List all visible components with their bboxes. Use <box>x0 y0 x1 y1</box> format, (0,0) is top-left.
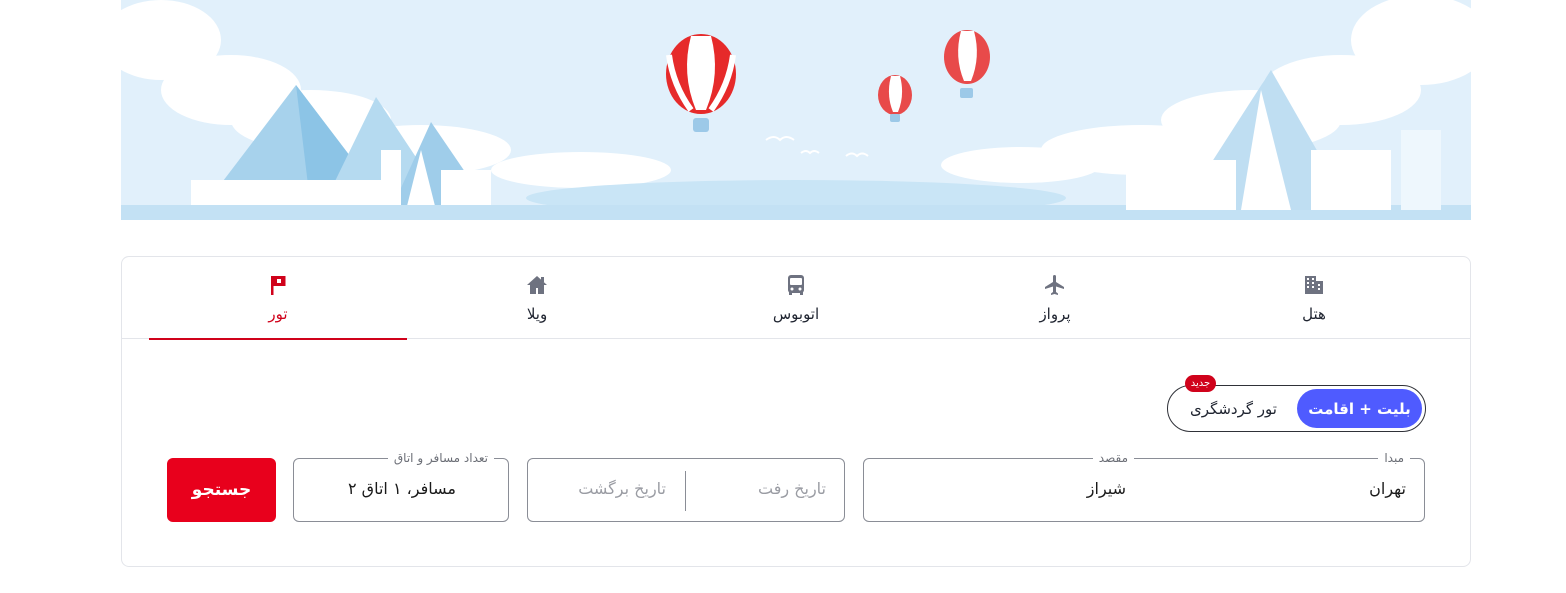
tab-tour-label: تور <box>268 305 288 323</box>
ticket-stay-option[interactable]: بلیت + اقامت <box>1297 389 1422 428</box>
origin-label: مبدا <box>1378 450 1410 466</box>
passengers-field[interactable]: تعداد مسافر و اتاق ۲ مسافر، ۱ اتاق <box>293 450 509 522</box>
search-card: هتل پرواز اتوبوس ویلا تور بلیت + اقامت ت… <box>121 256 1471 567</box>
building-icon <box>1305 276 1323 294</box>
depart-date-input[interactable]: تاریخ رفت <box>758 479 826 498</box>
date-field[interactable]: تاریخ رفت تاریخ برگشت <box>527 458 845 522</box>
flag-icon <box>271 276 286 295</box>
route-field[interactable]: مبدا تهران مقصد شیراز <box>863 450 1425 522</box>
destination-value[interactable]: شیراز <box>1087 479 1126 498</box>
passengers-value[interactable]: ۲ مسافر، ۱ اتاق <box>348 479 456 498</box>
passengers-label: تعداد مسافر و اتاق <box>387 450 494 466</box>
tab-flight-label: پرواز <box>1039 305 1071 323</box>
return-date-input[interactable]: تاریخ برگشت <box>578 479 666 498</box>
search-button[interactable]: جستجو <box>167 458 276 522</box>
tab-hotel-label: هتل <box>1302 305 1326 323</box>
destination-label: مقصد <box>1092 450 1134 466</box>
service-tabs: هتل پرواز اتوبوس ویلا تور <box>122 257 1470 340</box>
airplane-icon <box>1045 275 1064 295</box>
house-icon <box>527 276 547 294</box>
sightseeing-tour-option[interactable]: تور گردشگری <box>1171 389 1296 428</box>
bus-icon <box>788 275 804 295</box>
tab-villa-label: ویلا <box>526 305 548 323</box>
hero-illustration <box>121 0 1471 220</box>
tab-bus[interactable]: اتوبوس <box>667 257 925 339</box>
date-divider <box>685 471 686 511</box>
tab-villa[interactable]: ویلا <box>408 257 666 339</box>
tab-flight[interactable]: پرواز <box>926 257 1184 339</box>
tab-hotel[interactable]: هتل <box>1185 257 1443 339</box>
tab-tour[interactable]: تور <box>149 257 407 340</box>
origin-value[interactable]: تهران <box>1369 479 1406 498</box>
tab-bus-label: اتوبوس <box>772 305 820 323</box>
new-badge: جدید <box>1185 375 1216 392</box>
tour-type-toggle: بلیت + اقامت تور گردشگری <box>1167 385 1426 432</box>
